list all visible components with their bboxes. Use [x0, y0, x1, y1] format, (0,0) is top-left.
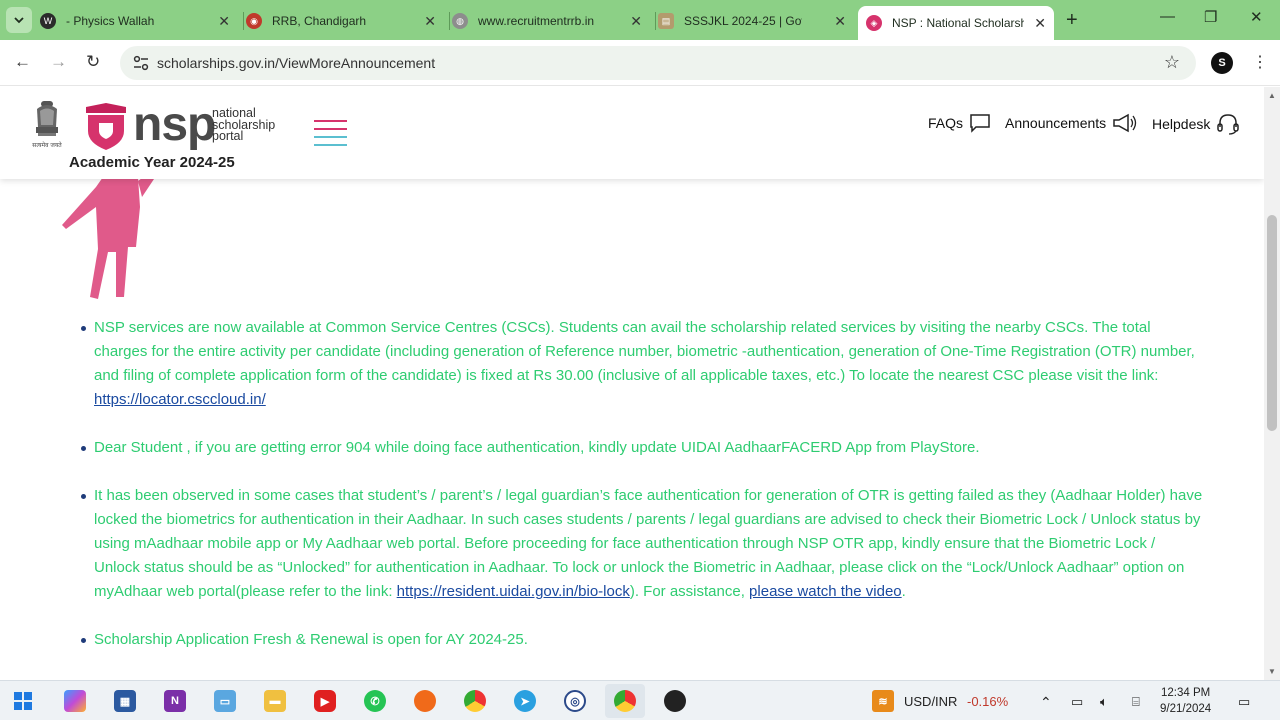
announcement-list: NSP services are now available at Common…	[81, 316, 1204, 676]
volume-icon[interactable]: 🔈︎	[1100, 694, 1108, 710]
close-tab-icon[interactable]: ✕	[1034, 15, 1046, 32]
scroll-up-icon[interactable]: ▲	[1268, 91, 1276, 100]
reload-icon[interactable]: ↻	[86, 52, 100, 72]
minimize-icon[interactable]: —	[1160, 8, 1175, 25]
close-tab-icon[interactable]: ✕	[424, 13, 436, 30]
windows-taskbar: ▦ N ▭ ▬ ▶ ✆ ➤ ◎ ≋ USD/INR -0.16% ⌃ ▭ 🔈︎ …	[0, 680, 1280, 720]
ticker-change: -0.16%	[967, 694, 1009, 709]
document-favicon-icon: ▤	[658, 13, 674, 29]
firefox-icon[interactable]	[414, 690, 436, 712]
back-arrow-icon[interactable]: ←	[14, 52, 31, 72]
list-item: Scholarship Application Fresh & Renewal …	[81, 628, 1204, 652]
list-item: It has been observed in some cases that …	[81, 484, 1204, 604]
network-icon[interactable]: ⌸	[1132, 694, 1140, 710]
physics-wallah-favicon-icon: W	[40, 13, 56, 29]
chrome-icon[interactable]	[464, 690, 486, 712]
new-tab-button[interactable]: +	[1066, 9, 1078, 32]
chat-icon	[970, 114, 990, 133]
nsp-logo-subtitle: national scholarship portal	[212, 106, 276, 143]
windows-start-icon[interactable]	[14, 692, 32, 710]
nsp-favicon-icon: ◈	[866, 15, 882, 31]
more-menu-icon[interactable]: ⋮	[1252, 52, 1268, 72]
ticker-label[interactable]: USD/INR	[904, 694, 957, 709]
chrome-profile-icon[interactable]	[614, 690, 636, 712]
system-clock[interactable]: 12:34 PM 9/21/2024	[1160, 685, 1211, 717]
restore-icon[interactable]: ❐	[1204, 8, 1217, 26]
web-page: सत्यमेव जयते nsp national scholarship po…	[0, 87, 1264, 680]
chrome-alt-icon[interactable]	[664, 690, 686, 712]
browser-toolbar: ← → ↻ scholarships.gov.in/ViewMoreAnnoun…	[0, 40, 1280, 86]
file-explorer-icon[interactable]: ▬	[264, 690, 286, 712]
nsp-logo-text: nsp	[133, 98, 216, 151]
nav-faqs[interactable]: FAQs	[928, 113, 991, 133]
close-tab-icon[interactable]: ✕	[218, 13, 230, 30]
megaphone-icon	[1113, 113, 1137, 133]
hamburger-menu-icon[interactable]	[314, 120, 348, 148]
nav-helpdesk[interactable]: Helpdesk	[1152, 113, 1240, 135]
scrollbar-thumb[interactable]	[1267, 215, 1277, 431]
page-scrollbar[interactable]: ▲ ▼	[1264, 87, 1280, 680]
chevron-down-icon	[14, 17, 24, 24]
close-window-icon[interactable]: ✕	[1250, 8, 1263, 26]
list-item: Dear Student , if you are getting error …	[81, 436, 1204, 460]
list-item: NSP services are now available at Common…	[81, 316, 1204, 412]
tray-chevron-icon[interactable]: ⌃	[1040, 694, 1052, 711]
nsp-logo-icon	[86, 103, 126, 150]
globe-icon: ◍	[452, 13, 468, 29]
onenote-icon[interactable]: N	[164, 690, 186, 712]
student-illustration	[62, 169, 158, 299]
forward-arrow-icon[interactable]: →	[50, 52, 67, 72]
telegram-icon[interactable]: ➤	[514, 690, 536, 712]
railway-favicon-icon: ◉	[246, 13, 262, 29]
battery-icon[interactable]: ▭	[1071, 694, 1083, 710]
browser-tab-bar: W - Physics Wallah ✕ ◉ RRB, Chandigarh ✕…	[0, 0, 1280, 40]
svg-text:सत्यमेव जयते: सत्यमेव जयते	[32, 141, 62, 149]
browser-tab[interactable]: ◉ RRB, Chandigarh ✕	[246, 6, 444, 36]
csc-locator-link[interactable]: https://locator.csccloud.in/	[94, 391, 266, 408]
close-tab-icon[interactable]: ✕	[630, 13, 642, 30]
app-icon[interactable]: ◎	[564, 690, 586, 712]
stocks-icon[interactable]: ≋	[872, 690, 894, 712]
browser-tab[interactable]: W - Physics Wallah ✕	[40, 6, 238, 36]
whatsapp-icon[interactable]: ✆	[364, 690, 386, 712]
url-text[interactable]: scholarships.gov.in/ViewMoreAnnouncement	[157, 55, 435, 71]
address-bar[interactable]: scholarships.gov.in/ViewMoreAnnouncement…	[120, 46, 1196, 80]
headset-icon	[1217, 114, 1240, 135]
uidai-bio-lock-link[interactable]: https://resident.uidai.gov.in/bio-lock	[397, 583, 630, 600]
computer-icon[interactable]: ▭	[214, 690, 236, 712]
scroll-down-icon[interactable]: ▼	[1268, 667, 1276, 676]
browser-tab[interactable]: ▤ SSSJKL 2024-25 | Govern ✕	[658, 6, 854, 36]
browser-tab[interactable]: ◍ www.recruitmentrrb.in ✕	[452, 6, 650, 36]
site-info-icon[interactable]	[132, 54, 150, 72]
national-emblem-icon: सत्यमेव जयते	[32, 101, 62, 149]
store-icon[interactable]: ▦	[114, 690, 136, 712]
profile-avatar[interactable]: S	[1211, 52, 1233, 74]
youtube-icon[interactable]: ▶	[314, 690, 336, 712]
site-header: सत्यमेव जयते nsp national scholarship po…	[0, 87, 1264, 179]
tab-search-button[interactable]	[6, 7, 32, 33]
academic-year-label: Academic Year 2024-25	[69, 154, 235, 171]
browser-tab-active[interactable]: ◈ NSP : National Scholarshi ✕	[858, 6, 1054, 40]
notification-icon[interactable]: ▭	[1238, 694, 1250, 710]
copilot-icon[interactable]	[64, 690, 86, 712]
bookmark-star-icon[interactable]: ☆	[1164, 52, 1180, 73]
nav-announcements[interactable]: Announcements	[1005, 113, 1138, 133]
close-tab-icon[interactable]: ✕	[834, 13, 846, 30]
watch-video-link[interactable]: please watch the video	[749, 583, 902, 600]
